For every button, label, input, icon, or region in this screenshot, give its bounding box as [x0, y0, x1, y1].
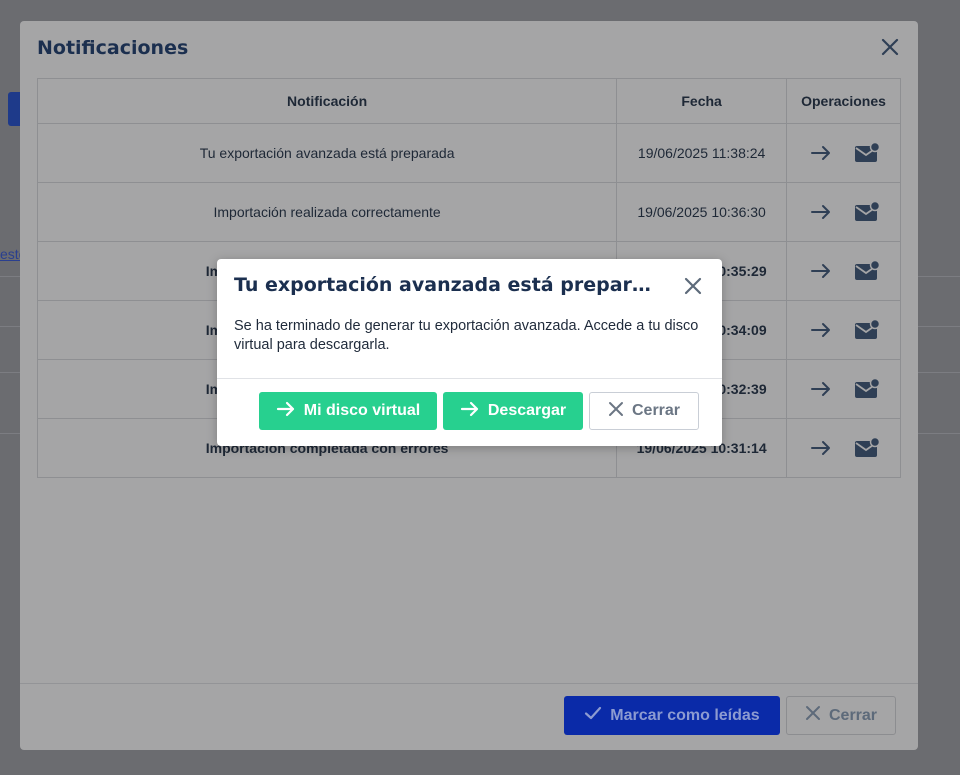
notification-operations [786, 241, 901, 301]
column-header-notification: Notificación [36, 78, 618, 124]
mail-dot-icon[interactable] [854, 377, 880, 401]
arrow-right-icon[interactable] [808, 436, 834, 460]
virtual-disk-label: Mi disco virtual [303, 402, 421, 419]
close-icon[interactable] [878, 35, 902, 59]
table-row[interactable]: Tu exportación avanzada está preparada 19… [36, 123, 901, 183]
notification-date: 19/06/2025 11:38:24 [616, 123, 788, 183]
close-icon[interactable] [682, 275, 704, 297]
notification-operations [786, 123, 901, 183]
arrow-right-icon[interactable] [808, 318, 834, 342]
arrow-right-icon [276, 400, 296, 423]
close-dialog-label: Cerrar [828, 706, 878, 724]
close-icon [805, 705, 821, 726]
check-icon [584, 704, 602, 727]
mail-dot-icon[interactable] [854, 259, 880, 283]
arrow-right-icon[interactable] [808, 377, 834, 401]
close-dialog-button[interactable]: Cerrar [786, 696, 896, 735]
close-icon [608, 401, 624, 422]
table-row[interactable]: Importación realizada correctamente 19/06… [36, 182, 901, 242]
notification-operations [786, 300, 901, 360]
column-header-operations: Operaciones [786, 78, 901, 124]
mark-as-read-label: Marcar como leídas [610, 706, 760, 724]
notification-operations [786, 359, 901, 419]
notification-operations [786, 182, 901, 242]
background-link-fragment: esto [0, 246, 20, 262]
arrow-right-icon[interactable] [808, 200, 834, 224]
export-ready-popup: Tu exportación avanzada está preparada S… [217, 259, 722, 446]
arrow-right-icon[interactable] [808, 141, 834, 165]
notification-date: 19/06/2025 10:36:30 [616, 182, 788, 242]
virtual-disk-button[interactable]: Mi disco virtual [259, 392, 437, 430]
download-button[interactable]: Descargar [443, 392, 583, 430]
dialog-title: Notificaciones [37, 37, 189, 59]
popup-message: Se ha terminado de generar tu exportació… [234, 318, 699, 353]
popup-title: Tu exportación avanzada está preparada [234, 274, 654, 296]
dialog-footer-divider [20, 683, 918, 684]
mail-dot-icon[interactable] [854, 318, 880, 342]
notification-text: Tu exportación avanzada está preparada [36, 123, 618, 183]
column-header-date: Fecha [616, 78, 788, 124]
popup-close-label: Cerrar [631, 402, 681, 419]
mail-dot-icon[interactable] [854, 436, 880, 460]
notification-operations [786, 418, 901, 478]
notification-text: Importación realizada correctamente [36, 182, 618, 242]
mark-as-read-button[interactable]: Marcar como leídas [564, 696, 780, 735]
table-header-row: Notificación Fecha Operaciones [36, 78, 901, 124]
arrow-right-icon [460, 400, 480, 423]
mail-dot-icon[interactable] [854, 200, 880, 224]
download-label: Descargar [487, 402, 567, 419]
popup-divider [217, 378, 722, 379]
popup-close-button[interactable]: Cerrar [589, 392, 699, 430]
arrow-right-icon[interactable] [808, 259, 834, 283]
mail-dot-icon[interactable] [854, 141, 880, 165]
